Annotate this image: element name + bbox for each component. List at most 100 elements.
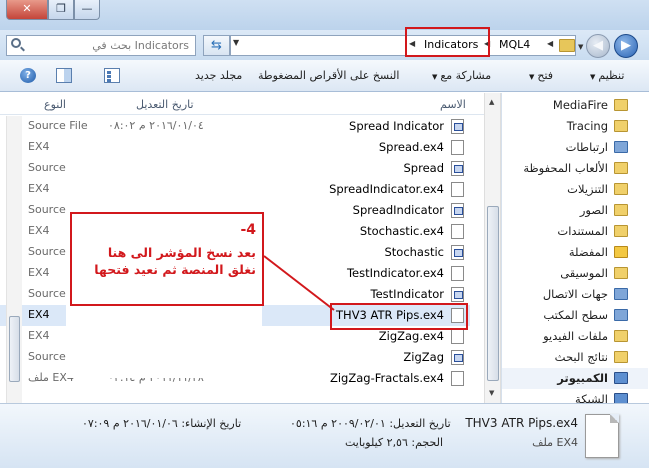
nav-item-label: الألعاب المحفوظة [523,161,608,175]
views-icon[interactable] [104,68,120,83]
nav-item-label: MediaFire [552,98,608,112]
highlight-selected-file-box [330,303,468,330]
search-icon [11,38,21,48]
file-name: ZigZag-Fractals.ex4 [329,371,444,385]
column-header-date[interactable]: تاريخ التعديل [136,98,194,111]
file-name: SpreadIndicator [352,203,444,217]
nav-item-label: الموسيقى [560,266,608,280]
folder-icon [614,120,628,132]
pictures-folder-icon [614,204,628,216]
history-dropdown-icon[interactable]: ▼ [578,43,583,51]
annotation-step-number: -4 [240,222,256,238]
horizontal-scrollbar[interactable] [6,116,22,403]
file-name: Stochastic.ex4 [359,224,444,238]
file-type: EX4 [28,224,50,237]
breadcrumb-dropdown-icon[interactable]: ▼ [233,38,239,47]
share-label: مشاركة مع [440,69,492,82]
file-name: ZigZag [403,350,444,364]
scrollbar-thumb[interactable] [9,316,20,382]
breadcrumb[interactable]: ▼ ◀ Indicators ◀ MQL4 ◀ [230,35,576,56]
ex4-file-large-icon [585,414,619,458]
column-header-type[interactable]: النوع [44,98,66,111]
nav-item[interactable]: الألعاب المحفوظة [502,158,648,179]
back-button[interactable]: ◀ [586,34,610,58]
annotation-text: بعد نسخ المؤشر الى هنا نغلق المنصة ثم نع… [94,245,256,277]
file-type: EX4 [28,182,50,195]
nav-item[interactable]: الصور [502,200,648,221]
nav-item[interactable]: Tracing [502,116,648,137]
nav-item-label: ارتباطات [565,140,608,154]
nav-item[interactable]: MediaFire [502,95,648,116]
scrollbar-thumb[interactable] [487,206,499,381]
source-file-icon [451,161,464,176]
nav-item[interactable]: التنزيلات [502,179,648,200]
saved-games-icon [614,162,628,174]
nav-item[interactable]: المستندات [502,221,648,242]
file-name: SpreadIndicator.ex4 [329,182,444,196]
highlight-breadcrumb-box [405,27,490,57]
file-name: Stochastic [384,245,444,259]
nav-item-label: سطح المكتب [543,308,608,322]
details-modified: تاريخ التعديل: ٢٠٠٩/٠٢/٠١ م ٠٥:١٦ [290,417,451,430]
breadcrumb-mql4[interactable]: MQL4 [499,38,530,51]
burn-button[interactable]: النسخ على الأقراص المضغوطة [258,69,399,82]
file-name: Spread Indicator [349,119,444,133]
navigation-pane: MediaFire Tracing ارتباطات الألعاب المحفوظة… [501,93,649,403]
details-filename: THV3 ATR Pips.ex4 [465,416,578,430]
annotation-arrow [263,255,335,311]
nav-item[interactable]: ارتباطات [502,137,648,158]
open-button[interactable]: ▼ فتح [529,69,553,82]
search-input[interactable]: بحث في Indicators [6,35,196,56]
nav-item[interactable]: نتائج البحث [502,347,648,368]
nav-item-label: ملفات الفيديو [543,329,608,343]
help-icon[interactable]: ? [20,68,36,83]
minimize-button[interactable]: — [74,0,100,20]
nav-item[interactable]: الموسيقى [502,263,648,284]
file-type: EX4 [28,308,50,321]
preview-pane-icon[interactable] [56,68,72,83]
nav-item[interactable]: المفضلة [502,242,648,263]
videos-folder-icon [614,330,628,342]
nav-item[interactable]: ملفات الفيديو [502,326,648,347]
downloads-folder-icon [614,183,628,195]
source-file-icon [451,245,464,260]
organize-button[interactable]: ▼ تنظيم [590,69,624,82]
nav-item-label: المستندات [557,224,608,238]
nav-item[interactable]: سطح المكتب [502,305,648,326]
column-header-row: النوع تاريخ التعديل الاسم [0,93,484,115]
links-folder-icon [614,141,628,153]
new-folder-button[interactable]: مجلد جديد [195,69,242,82]
column-header-name[interactable]: الاسم [440,98,466,111]
address-bar: بحث في Indicators ⇆ ▼ ◀ Indicators ◀ MQL… [0,27,649,60]
details-pane: THV3 ATR Pips.ex4 ملف EX4 تاريخ التعديل:… [0,403,649,468]
nav-item-label: الكمبيوتر [557,371,608,385]
chevron-down-icon: ▼ [590,73,596,81]
favorites-star-icon [614,246,628,258]
maximize-button[interactable]: ❐ [48,0,74,20]
chevron-down-icon: ▼ [432,73,438,81]
search-placeholder: بحث في Indicators [92,39,189,52]
vertical-scrollbar[interactable]: ▲ ▼ [484,93,501,403]
ex4-file-icon [451,329,464,344]
nav-item[interactable]: جهات الاتصال [502,284,648,305]
breadcrumb-separator-icon[interactable]: ◀ [547,39,553,48]
scroll-up-icon[interactable]: ▲ [489,98,494,106]
documents-folder-icon [614,225,628,237]
scroll-down-icon[interactable]: ▼ [489,389,494,397]
refresh-button[interactable]: ⇆ [203,35,230,56]
nav-item-label: جهات الاتصال [542,287,608,301]
source-file-icon [451,350,464,365]
file-type: EX4 [28,329,50,342]
forward-button[interactable]: ▶ [614,34,638,58]
title-bar: ✕ ❐ — [0,0,649,30]
share-button[interactable]: ▼ مشاركة مع [432,69,491,82]
nav-item[interactable]: الكمبيوتر [502,368,648,389]
open-label: فتح [537,69,554,82]
close-button[interactable]: ✕ [6,0,48,20]
details-created: تاريخ الإنشاء: ٢٠١٦/٠١/٠٦ م ٠٧:٠٩ [82,417,242,430]
organize-label: تنظيم [598,69,625,82]
nav-item[interactable]: الشبكة [502,389,648,403]
file-type: EX4 [28,140,50,153]
computer-icon [614,372,628,384]
searches-folder-icon [614,351,628,363]
